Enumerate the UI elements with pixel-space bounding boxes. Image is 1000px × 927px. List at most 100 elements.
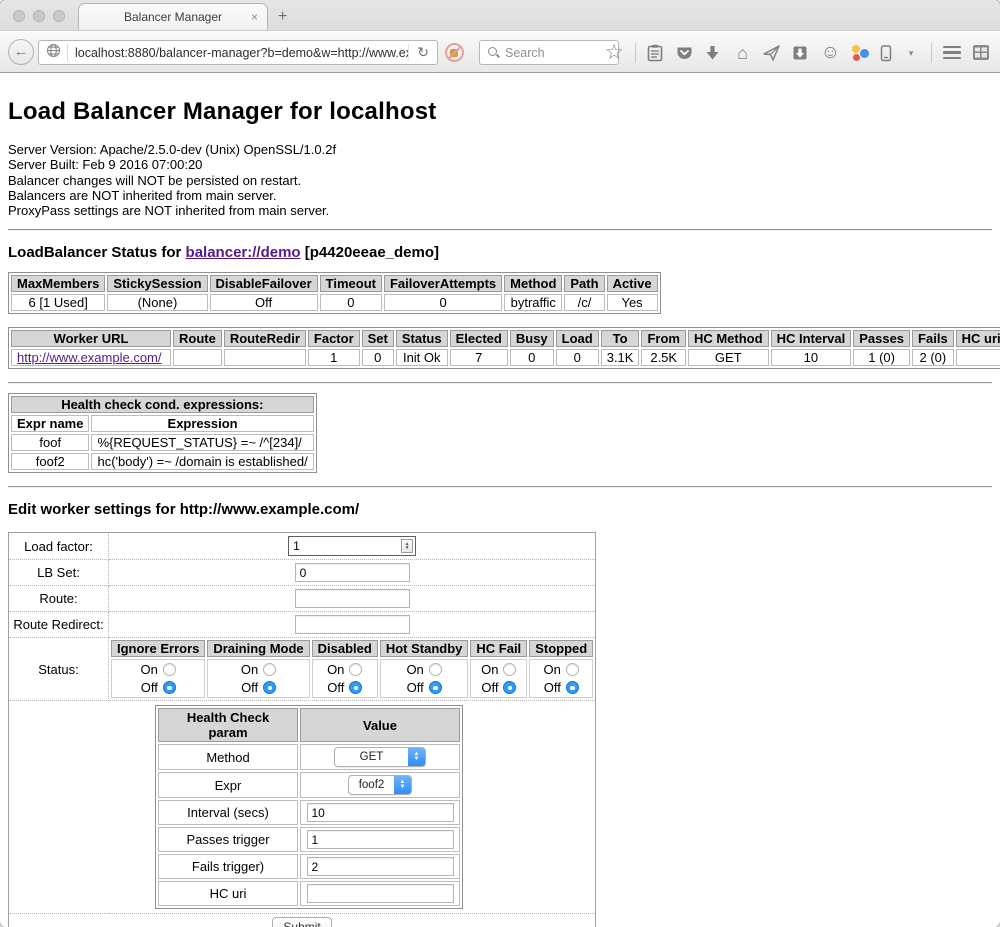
edit-worker-form: Load factor: 1 ▲▼ LB Set: Route: <box>8 532 596 927</box>
hot-standby-on-radio[interactable] <box>429 663 442 676</box>
draining-mode-off-radio[interactable] <box>263 681 276 694</box>
interval-input[interactable] <box>307 803 454 822</box>
hamburger-menu-icon[interactable] <box>943 46 961 60</box>
form-row-submit: Submit <box>9 914 596 927</box>
navigation-toolbar: ← localhost:8880/balancer-manager?b=demo… <box>0 30 1000 73</box>
method-select[interactable]: GET▲▼ <box>334 747 426 767</box>
ignore-errors-cell: OnOff <box>111 659 205 698</box>
load-factor-cell: 1 ▲▼ <box>109 533 596 560</box>
site-identity-globe-icon[interactable] <box>46 43 61 63</box>
col-routeredir: RouteRedir <box>224 330 306 347</box>
form-row-health-params: Health Check param Value Method GET▲▼ Ex… <box>9 701 596 914</box>
balancer-status-heading: LoadBalancer Status for balancer://demo … <box>8 244 992 261</box>
hc-fail-off-radio[interactable] <box>503 681 516 694</box>
zoom-window-button[interactable] <box>53 10 65 22</box>
reload-icon[interactable]: ↻ <box>408 44 437 61</box>
col-expr-name: Expr name <box>11 415 89 432</box>
hc-fail-on-radio[interactable] <box>503 663 516 676</box>
tab-groups-icon[interactable] <box>972 44 990 61</box>
col-passes: Passes <box>853 330 910 347</box>
clipboard-icon[interactable] <box>647 44 665 62</box>
col-expression: Expression <box>91 415 313 432</box>
cell-expr-name: foof2 <box>11 453 89 470</box>
tab-balancer-manager[interactable]: Balancer Manager × <box>78 3 268 30</box>
minimize-window-button[interactable] <box>33 10 45 22</box>
expr-label: Expr <box>158 772 298 798</box>
worker-status-table: Worker URL Route RouteRedir Factor Set S… <box>8 327 1000 369</box>
stepper-icon[interactable]: ▲▼ <box>401 539 413 553</box>
disabled-on-radio[interactable] <box>349 663 362 676</box>
ignore-errors-on-radio[interactable] <box>163 663 176 676</box>
route-input[interactable] <box>295 589 410 608</box>
download-icon[interactable] <box>705 45 723 61</box>
hot-standby-off-radio[interactable] <box>429 681 442 694</box>
chevron-down-icon[interactable]: ▾ <box>902 44 920 62</box>
draining-mode-on-radio[interactable] <box>263 663 276 676</box>
worker-url-link[interactable]: http://www.example.com/ <box>17 350 162 365</box>
cell-stickysession: (None) <box>107 294 207 311</box>
device-battery-icon[interactable] <box>880 44 898 62</box>
hc-uri-input[interactable] <box>307 884 454 903</box>
toolbar-divider <box>635 43 636 63</box>
col-factor: Factor <box>308 330 360 347</box>
route-redirect-label: Route Redirect: <box>9 612 109 638</box>
lb-set-input[interactable] <box>295 563 410 582</box>
tab-close-icon[interactable]: × <box>251 10 258 24</box>
disabled-off-radio[interactable] <box>349 681 362 694</box>
back-button[interactable]: ← <box>8 39 34 65</box>
col-status: Status <box>396 330 448 347</box>
load-factor-value: 1 <box>289 537 300 555</box>
col-set: Set <box>362 330 394 347</box>
toolbar-divider-2 <box>931 43 932 63</box>
content-blocked-icon[interactable] <box>445 43 464 62</box>
submit-button[interactable]: Submit <box>272 917 331 927</box>
health-params-cell: Health Check param Value Method GET▲▼ Ex… <box>9 701 596 914</box>
pocket-icon[interactable] <box>676 45 694 61</box>
url-bar[interactable]: localhost:8880/balancer-manager?b=demo&w… <box>38 40 438 65</box>
form-row-route-redirect: Route Redirect: <box>9 612 596 638</box>
passes-label: Passes trigger <box>158 827 298 852</box>
expression-row: foof %{REQUEST_STATUS} =~ /^[234]/ <box>11 434 314 451</box>
bookmark-star-icon[interactable]: ☆ <box>605 44 624 62</box>
balancer-demo-link[interactable]: balancer://demo <box>186 244 301 261</box>
colors-extension-icon[interactable] <box>851 44 869 62</box>
cell-expression: hc('body') =~ /domain is established/ <box>91 453 313 470</box>
route-redirect-input[interactable] <box>295 615 410 634</box>
url-text[interactable]: localhost:8880/balancer-manager?b=demo&w… <box>75 46 408 60</box>
expressions-title: Health check cond. expressions: <box>11 396 314 413</box>
hc-uri-label: HC uri <box>158 881 298 906</box>
send-plane-icon[interactable] <box>763 45 781 61</box>
tab-title: Balancer Manager <box>124 10 222 24</box>
worker-row: http://www.example.com/ 1 0 Init Ok 7 0 … <box>11 349 1000 366</box>
col-timeout: Timeout <box>320 275 382 292</box>
cell-load: 0 <box>556 349 599 366</box>
save-to-device-icon[interactable] <box>792 45 810 61</box>
cell-maxmembers: 6 [1 Used] <box>11 294 105 311</box>
close-window-button[interactable] <box>13 10 25 22</box>
forget-smiley-icon[interactable]: ☺ <box>821 44 840 62</box>
hc-row-passes: Passes trigger <box>158 827 460 852</box>
fails-input[interactable] <box>307 857 454 876</box>
load-factor-input[interactable]: 1 ▲▼ <box>288 536 416 556</box>
home-icon[interactable]: ⌂ <box>734 44 752 62</box>
health-check-param-table: Health Check param Value Method GET▲▼ Ex… <box>155 705 463 909</box>
stopped-off-radio[interactable] <box>566 681 579 694</box>
lb-set-label: LB Set: <box>9 560 109 586</box>
cell-status: Init Ok <box>396 349 448 366</box>
search-bar[interactable]: Search <box>479 40 619 65</box>
new-tab-button[interactable]: + <box>278 8 287 26</box>
hc-row-method: Method GET▲▼ <box>158 744 460 770</box>
ignore-errors-off-radio[interactable] <box>163 681 176 694</box>
cell-fails: 2 (0) <box>912 349 954 366</box>
route-label: Route: <box>9 586 109 612</box>
expr-select[interactable]: foof2▲▼ <box>348 775 412 795</box>
stopped-cell: OnOff <box>529 659 593 698</box>
cell-elected: 7 <box>450 349 508 366</box>
stopped-on-radio[interactable] <box>566 663 579 676</box>
cell-expression: %{REQUEST_STATUS} =~ /^[234]/ <box>91 434 313 451</box>
passes-input[interactable] <box>307 830 454 849</box>
status-cell: Ignore Errors Draining Mode Disabled Hot… <box>109 638 596 701</box>
table-header-row: Worker URL Route RouteRedir Factor Set S… <box>11 330 1000 347</box>
server-version-line: Server Version: Apache/2.5.0-dev (Unix) … <box>8 142 992 157</box>
col-hc-fail: HC Fail <box>470 640 527 657</box>
